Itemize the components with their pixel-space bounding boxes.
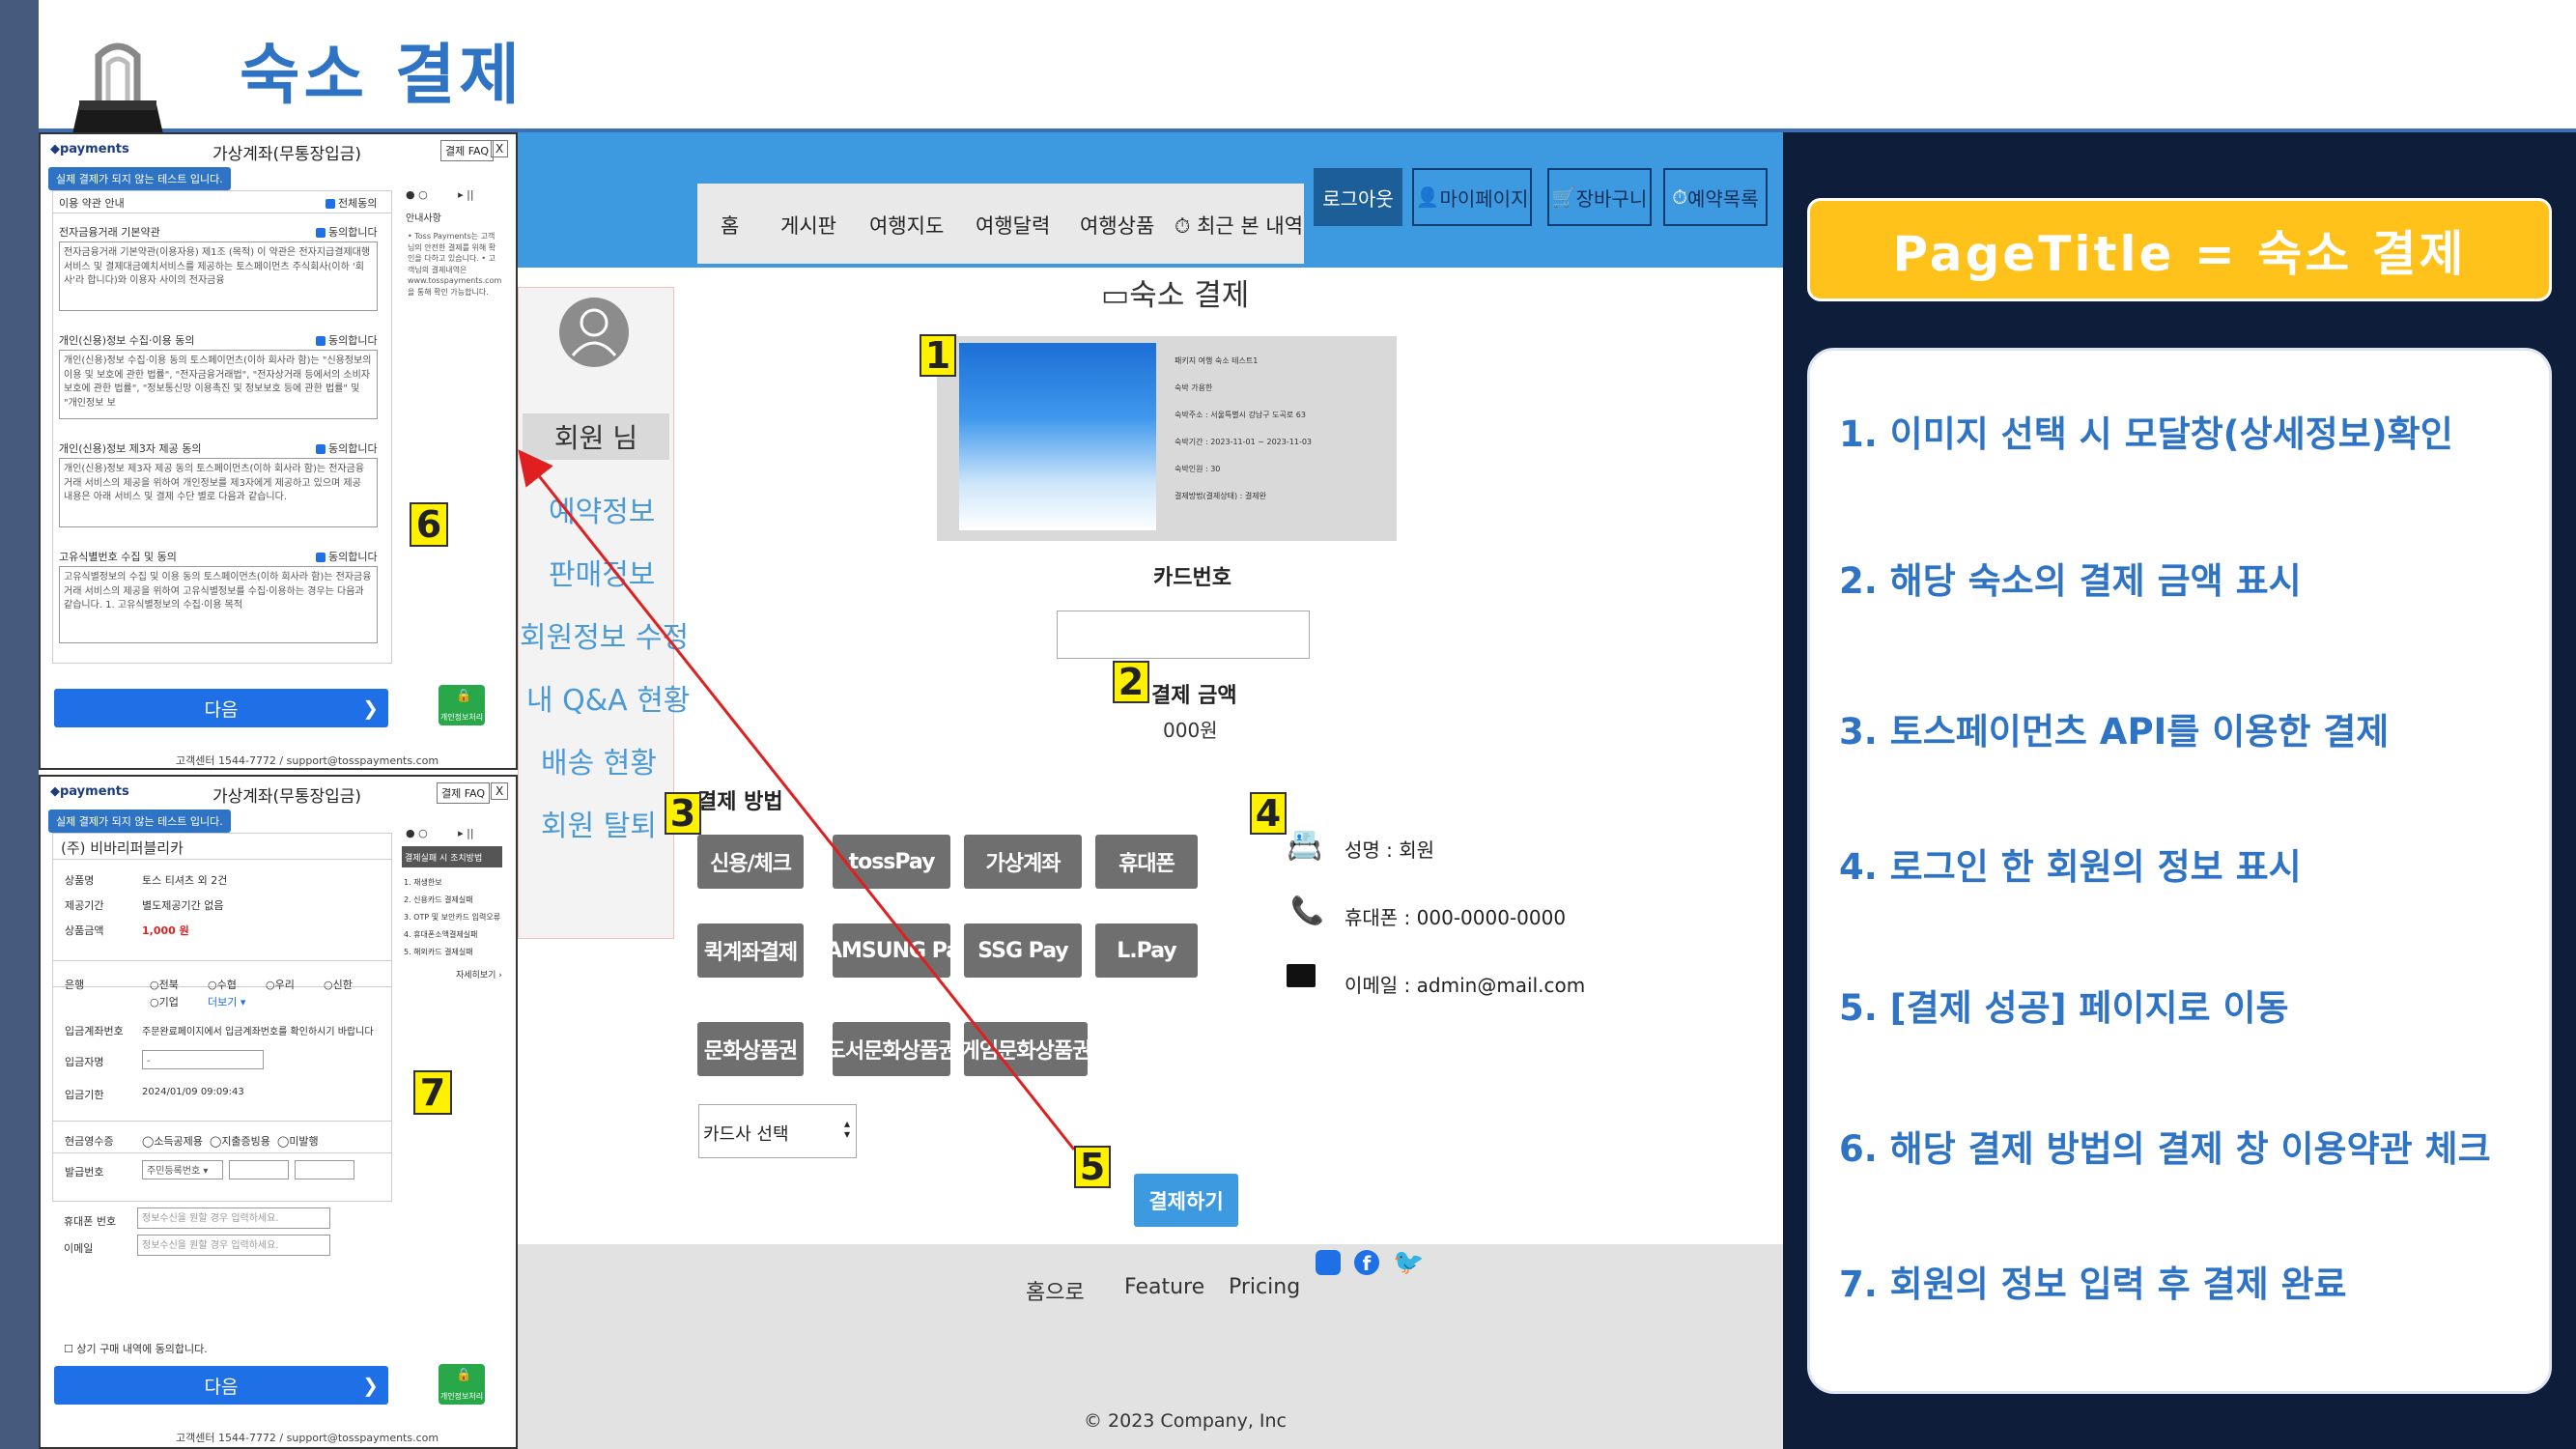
description-item: 6. 해당 결제 방법의 결제 창 이용약관 체크 <box>1839 1128 2491 1170</box>
marker-2: 2 <box>1113 661 1149 703</box>
marker-6: 6 <box>410 502 448 547</box>
description-item: 4. 로그인 한 회원의 정보 표시 <box>1839 846 2302 888</box>
description-box: 1. 이미지 선택 시 모달창(상세정보)확인 2. 해당 숙소의 결제 금액 … <box>1807 348 2552 1394</box>
description-item: 5. [결제 성공] 페이지로 이동 <box>1839 987 2289 1029</box>
marker-5: 5 <box>1074 1146 1111 1188</box>
marker-4: 4 <box>1250 792 1287 835</box>
description-item: 2. 해당 숙소의 결제 금액 표시 <box>1839 560 2302 602</box>
page-title-box: PageTitle = 숙소 결제 <box>1807 198 2552 301</box>
description-item: 1. 이미지 선택 시 모달창(상세정보)확인 <box>1839 413 2453 455</box>
marker-3: 3 <box>665 792 701 835</box>
marker-7: 7 <box>413 1070 452 1115</box>
marker-1: 1 <box>920 334 956 377</box>
description-item: 7. 회원의 정보 입력 후 결제 완료 <box>1839 1264 2347 1305</box>
description-item: 3. 토스페이먼츠 API를 이용한 결제 <box>1839 711 2390 753</box>
